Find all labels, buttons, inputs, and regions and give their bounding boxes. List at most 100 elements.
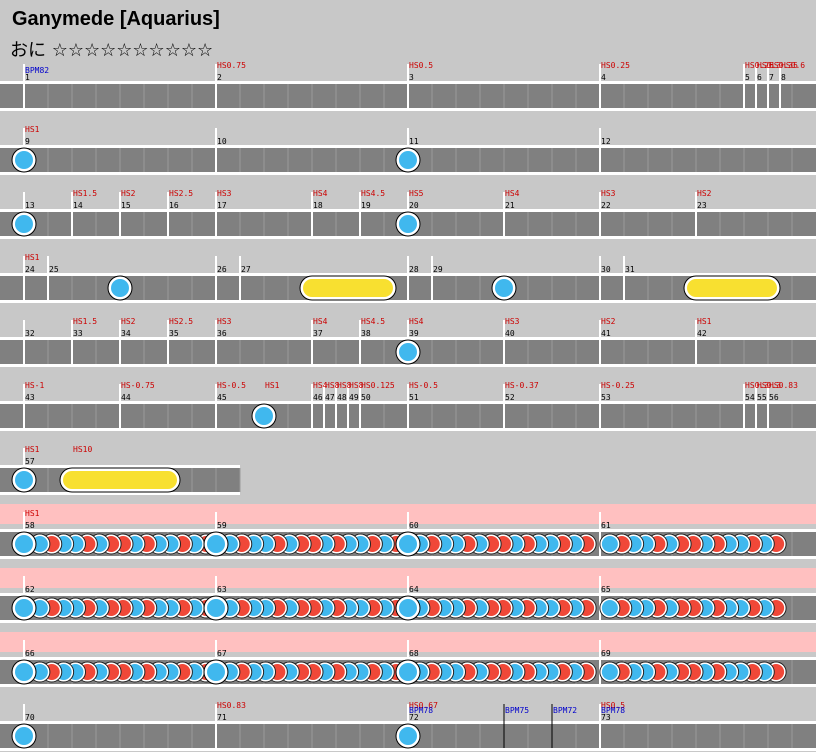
chart-row-4 [0,256,816,303]
measure-number: 5 [745,73,750,82]
big-ka-note [207,535,225,553]
measure-number: 15 [121,201,131,210]
scroll-speed-label: HS4 [409,317,424,326]
measure-number: 49 [349,393,359,402]
measure-number: 51 [409,393,419,402]
measure-number: 65 [601,585,611,594]
measure-number: 14 [73,201,83,210]
scroll-speed-label: HS2.5 [169,317,193,326]
chart-row-7 [0,448,241,495]
scroll-speed-label: HS0.83 [769,381,798,390]
measure-number: 20 [409,201,419,210]
measure-number: 30 [601,265,611,274]
measure-number: 8 [781,73,786,82]
big-ka-note [207,663,225,681]
chart-row-3 [0,192,816,239]
chart-row-1 [0,64,816,111]
measure-number: 58 [25,521,35,530]
scroll-speed-label: HS-0.75 [121,381,155,390]
scroll-speed-label: HS1 [697,317,712,326]
measure-number: 32 [25,329,35,338]
ka-note [255,407,273,425]
scroll-speed-label: HS2 [121,317,136,326]
ka-note [15,471,33,489]
ka-note [111,279,129,297]
measure-number: 17 [217,201,227,210]
measure-number: 12 [601,137,611,146]
measure-number: 23 [697,201,707,210]
measure-number: 3 [409,73,414,82]
scroll-speed-label: HS1 [25,509,40,518]
big-ka-note [207,599,225,617]
measure-number: 4 [601,73,606,82]
measure-number: 35 [169,329,179,338]
measure-number: 24 [25,265,35,274]
measure-number: 41 [601,329,611,338]
measure-number: 28 [409,265,419,274]
big-ka-note [15,599,33,617]
chart-row-10 [0,632,816,687]
scroll-speed-label: HS-0.5 [409,381,438,390]
scroll-speed-label: HS-0.25 [601,381,635,390]
measure-number: 33 [73,329,83,338]
measure-number: 56 [769,393,779,402]
measure-number: 62 [25,585,35,594]
scroll-speed-label: HS4 [313,189,328,198]
measure-number: 38 [361,329,371,338]
measure-number: 40 [505,329,515,338]
measure-number: 18 [313,201,323,210]
drumroll-body [303,279,393,297]
measure-number: 50 [361,393,371,402]
scroll-speed-label: HS0.75 [217,61,246,70]
chart-row-11 [0,704,816,751]
measure-number: 10 [217,137,227,146]
scroll-speed-label: HS1 [25,125,40,134]
drumroll-body [63,471,177,489]
measure-number: 7 [769,73,774,82]
scroll-speed-label: HS3 [601,189,616,198]
measure-number: 55 [757,393,767,402]
measure-number: 45 [217,393,227,402]
scroll-speed-label: HS3 [505,317,520,326]
measure-number: 66 [25,649,35,658]
big-ka-note [15,535,33,553]
ka-note [495,279,513,297]
ka-note [15,151,33,169]
big-ka-note [399,535,417,553]
measure-number: 31 [625,265,635,274]
scroll-speed-label: HS0.6 [781,61,805,70]
ka-note [399,215,417,233]
scroll-speed-label: HS2 [121,189,136,198]
measure-number: 52 [505,393,515,402]
measure-number: 71 [217,713,227,722]
chart-row-8 [0,504,816,559]
note-chart: 1 2 3 4 5 6 7 8HS0.75 HS0.5 HS0.25 HS0.25HS0.3HS0.… [0,61,816,751]
ka-note [601,600,618,616]
big-ka-note [15,663,33,681]
scroll-speed-label: HS1 [25,253,40,262]
bpm-label: BPM78 [409,706,433,715]
ka-note [15,727,33,745]
bpm-label: BPM82 [25,66,49,75]
measure-number: 44 [121,393,131,402]
scroll-speed-label: HS-0.37 [505,381,539,390]
measure-number: 16 [169,201,179,210]
measure-number: 68 [409,649,419,658]
scroll-speed-label: HS-0.5 [217,381,246,390]
ka-note [399,151,417,169]
measure-number: 26 [217,265,227,274]
scroll-speed-label: HS-1 [25,381,44,390]
scroll-speed-label: HS1 [265,381,280,390]
scroll-speed-label: HS0.125 [361,381,395,390]
measure-number: 22 [601,201,611,210]
chart-row-6 [0,384,816,431]
measure-number: 61 [601,521,611,530]
scroll-speed-label: HS2.5 [169,189,193,198]
measure-number: 46 [313,393,323,402]
measure-number: 29 [433,265,443,274]
scroll-speed-label: HS1.5 [73,189,97,198]
measure-number: 13 [25,201,35,210]
scroll-speed-label: HS0.83 [217,701,246,710]
scroll-speed-label: HS0.5 [409,61,433,70]
ka-note [399,343,417,361]
